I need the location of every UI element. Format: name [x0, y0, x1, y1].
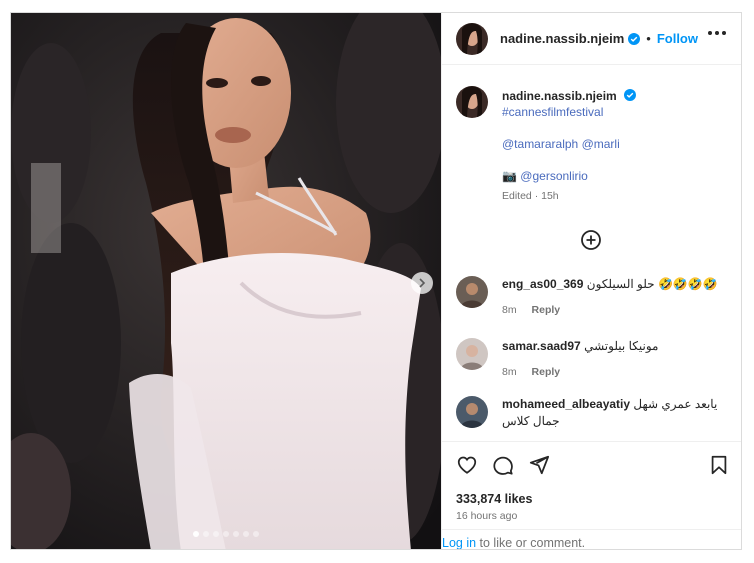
login-prompt: Log in to like or comment.: [442, 529, 741, 550]
caption-age: 15h: [541, 190, 559, 202]
carousel-dot: [243, 531, 249, 537]
camera-icon: 📷: [502, 169, 517, 183]
comment-item: mohameed_albeayatiy يابعد عمري شهل جمال …: [456, 396, 740, 441]
commenter-avatar[interactable]: [456, 396, 488, 428]
avatar-image: [456, 276, 488, 308]
verified-icon: [624, 89, 637, 101]
carousel-next-button[interactable]: [411, 272, 433, 294]
verified-icon: [628, 32, 641, 45]
edited-label: Edited: [502, 190, 532, 202]
more-options-icon[interactable]: [708, 31, 726, 35]
avatar-image: [456, 338, 488, 370]
post-actions: 333,874 likes 16 hours ago Log in to lik…: [442, 441, 741, 550]
post-time: 16 hours ago: [456, 510, 518, 522]
author-avatar[interactable]: [456, 22, 488, 55]
reply-button[interactable]: Reply: [532, 304, 561, 316]
carousel-dot: [223, 531, 229, 537]
post-sidebar: nadine.nassib.njeim • Follow nadine.nass…: [441, 13, 741, 550]
comment-meta: 8m Reply: [502, 304, 560, 316]
bookmark-icon[interactable]: [708, 454, 730, 476]
add-comment-icon[interactable]: [580, 229, 602, 251]
caption-avatar[interactable]: [456, 86, 488, 118]
avatar-image: [456, 86, 488, 118]
caption-body: nadine.nassib.njeim #cannesfilmfestival …: [502, 88, 732, 204]
caption-photographer[interactable]: @gersonlirio: [520, 169, 588, 183]
comment-meta: 8m Reply: [502, 366, 560, 378]
share-icon[interactable]: [528, 454, 550, 476]
comment-username[interactable]: mohameed_albeayatiy: [502, 397, 630, 411]
login-link[interactable]: Log in: [442, 536, 476, 549]
comments-area[interactable]: nadine.nassib.njeim #cannesfilmfestival …: [442, 66, 741, 441]
caption-username[interactable]: nadine.nassib.njeim: [502, 89, 617, 103]
reply-button[interactable]: Reply: [532, 366, 561, 378]
photo-illustration: [11, 13, 441, 549]
carousel-dot: [233, 531, 239, 537]
follow-button[interactable]: Follow: [657, 31, 698, 46]
carousel-dot: [193, 531, 199, 537]
chevron-right-icon: [419, 278, 426, 288]
meta-dot: ·: [534, 190, 539, 202]
comment-age: 8m: [502, 366, 517, 378]
comment-item: samar.saad97 مونيكا بيلوتشي 8m Reply: [456, 338, 740, 388]
caption-mention[interactable]: @tamararalph: [502, 137, 578, 151]
header-separator: •: [646, 31, 651, 46]
caption-mention[interactable]: @marli: [582, 137, 620, 151]
comment-age: 8m: [502, 304, 517, 316]
comment-text: مونيكا بيلوتشي: [584, 339, 659, 353]
caption-hashtag[interactable]: #cannesfilmfestival: [502, 105, 603, 119]
comment-body: samar.saad97 مونيكا بيلوتشي: [502, 338, 738, 355]
comment-body: eng_as00_369 حلو السيلكون 🤣🤣🤣🤣: [502, 276, 738, 293]
post-photo[interactable]: [11, 13, 441, 549]
comment-username[interactable]: eng_as00_369: [502, 277, 583, 291]
carousel-dot: [213, 531, 219, 537]
instagram-post-embed: nadine.nassib.njeim • Follow nadine.nass…: [10, 12, 742, 550]
comment-item: eng_as00_369 حلو السيلكون 🤣🤣🤣🤣 8m Reply: [456, 276, 740, 326]
commenter-avatar[interactable]: [456, 338, 488, 370]
post-header: nadine.nassib.njeim • Follow: [442, 13, 741, 65]
login-prompt-text: to like or comment.: [476, 536, 586, 550]
avatar-image: [456, 22, 488, 55]
author-username[interactable]: nadine.nassib.njeim: [500, 31, 624, 46]
comment-icon[interactable]: [492, 454, 514, 476]
comment-body: mohameed_albeayatiy يابعد عمري شهل جمال …: [502, 396, 738, 430]
heart-icon[interactable]: [456, 454, 478, 476]
avatar-image: [456, 396, 488, 428]
likes-count[interactable]: 333,874 likes: [456, 492, 532, 506]
comment-username[interactable]: samar.saad97: [502, 339, 581, 353]
comment-text: حلو السيلكون 🤣🤣🤣🤣: [586, 277, 718, 291]
carousel-indicator: [11, 531, 441, 537]
commenter-avatar[interactable]: [456, 276, 488, 308]
carousel-dot: [253, 531, 259, 537]
carousel-dot: [203, 531, 209, 537]
